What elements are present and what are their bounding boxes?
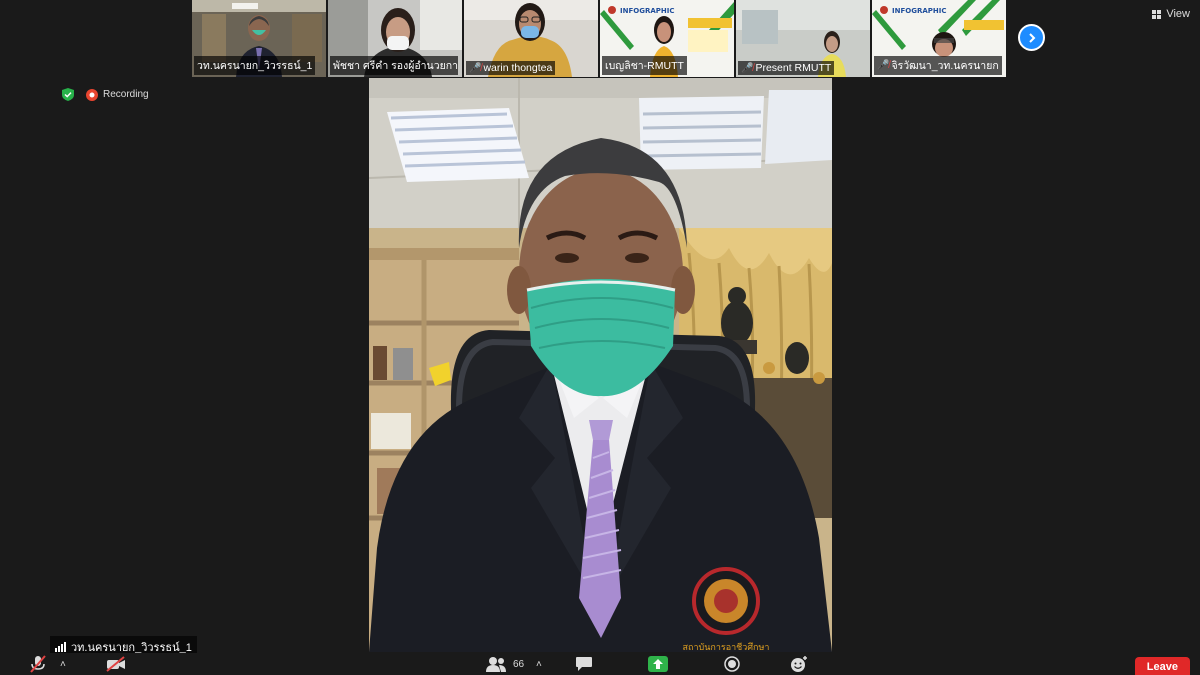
shield-check-icon[interactable] bbox=[62, 88, 74, 101]
chevron-up-icon[interactable]: ˄ bbox=[536, 653, 542, 675]
infographic-title: INFOGRAPHIC bbox=[892, 7, 946, 15]
participant-name: วท.นครนายก_วิวรรธน์_1 bbox=[194, 56, 316, 75]
participants-button[interactable]: 66 bbox=[485, 653, 524, 675]
view-button[interactable]: View bbox=[1152, 8, 1190, 20]
participant-name: เบญลิชา-RMUTT bbox=[602, 56, 687, 75]
view-label: View bbox=[1166, 8, 1190, 20]
participant-name: 🎤̸ Present RMUTT bbox=[738, 61, 835, 75]
participant-name: 🎤̸ warin thongtea bbox=[466, 61, 556, 75]
reactions-button[interactable] bbox=[790, 653, 808, 675]
signal-icon bbox=[55, 642, 66, 652]
recording-label: Recording bbox=[103, 89, 149, 100]
college-badge-text: สถาบันการอาชีวศึกษา bbox=[683, 642, 770, 652]
record-icon bbox=[86, 88, 98, 101]
record-stop-icon bbox=[724, 656, 740, 672]
share-screen-icon bbox=[648, 656, 668, 672]
infographic-title: INFOGRAPHIC bbox=[620, 7, 674, 15]
record-button[interactable] bbox=[724, 653, 740, 675]
participant-tile[interactable]: พัชชา ศรีคำ รองผู้อำนวยการร... bbox=[328, 0, 462, 77]
chevron-up-icon[interactable]: ˄ bbox=[60, 653, 66, 675]
participant-tile[interactable]: INFOGRAPHIC 🎤̸ จิรวัฒนา_วท.นครนายก bbox=[872, 0, 1006, 77]
chat-icon bbox=[576, 657, 592, 671]
participants-count: 66 bbox=[513, 658, 525, 670]
start-video-button[interactable] bbox=[106, 653, 126, 675]
participant-name: 🎤̸ จิรวัฒนา_วท.นครนายก bbox=[874, 56, 1002, 75]
reaction-icon bbox=[791, 656, 807, 672]
mic-muted-icon: 🎤̸ bbox=[741, 62, 754, 74]
leave-label: Leave bbox=[1146, 661, 1178, 673]
participant-name: พัชชา ศรีคำ รองผู้อำนวยการร... bbox=[330, 56, 458, 75]
share-screen-button[interactable] bbox=[648, 653, 668, 675]
mic-muted-icon: 🎤̸ bbox=[469, 62, 482, 74]
participant-tile[interactable]: 🎤̸ Present RMUTT bbox=[736, 0, 870, 77]
meeting-toolbar: ˄ 66 ˄ Leave bbox=[0, 653, 1200, 675]
mic-muted-icon: 🎤̸ bbox=[877, 60, 890, 71]
chat-button[interactable] bbox=[575, 653, 593, 675]
participant-tile[interactable]: INFOGRAPHIC เบญลิชา-RMUTT bbox=[600, 0, 734, 77]
chevron-right-icon[interactable] bbox=[1018, 24, 1045, 51]
recording-indicator[interactable]: Recording bbox=[86, 88, 149, 101]
meeting-status: Recording bbox=[62, 88, 149, 101]
speaker-video-frame: สถาบันการอาชีวศึกษา bbox=[369, 78, 832, 652]
mic-muted-icon bbox=[30, 655, 46, 673]
participant-tile[interactable]: 🎤̸ warin thongtea bbox=[464, 0, 598, 77]
video-off-icon bbox=[106, 656, 125, 672]
mute-button[interactable] bbox=[30, 653, 46, 675]
leave-button[interactable]: Leave bbox=[1134, 657, 1190, 675]
gallery-strip: วท.นครนายก_วิวรรธน์_1 พัชชา ศรีคำ รองผู้… bbox=[192, 0, 1006, 77]
participants-icon bbox=[486, 657, 506, 672]
participant-tile[interactable]: วท.นครนายก_วิวรรธน์_1 bbox=[192, 0, 326, 77]
active-speaker-video: สถาบันการอาชีวศึกษา bbox=[369, 78, 832, 652]
grid-icon bbox=[1152, 9, 1162, 19]
